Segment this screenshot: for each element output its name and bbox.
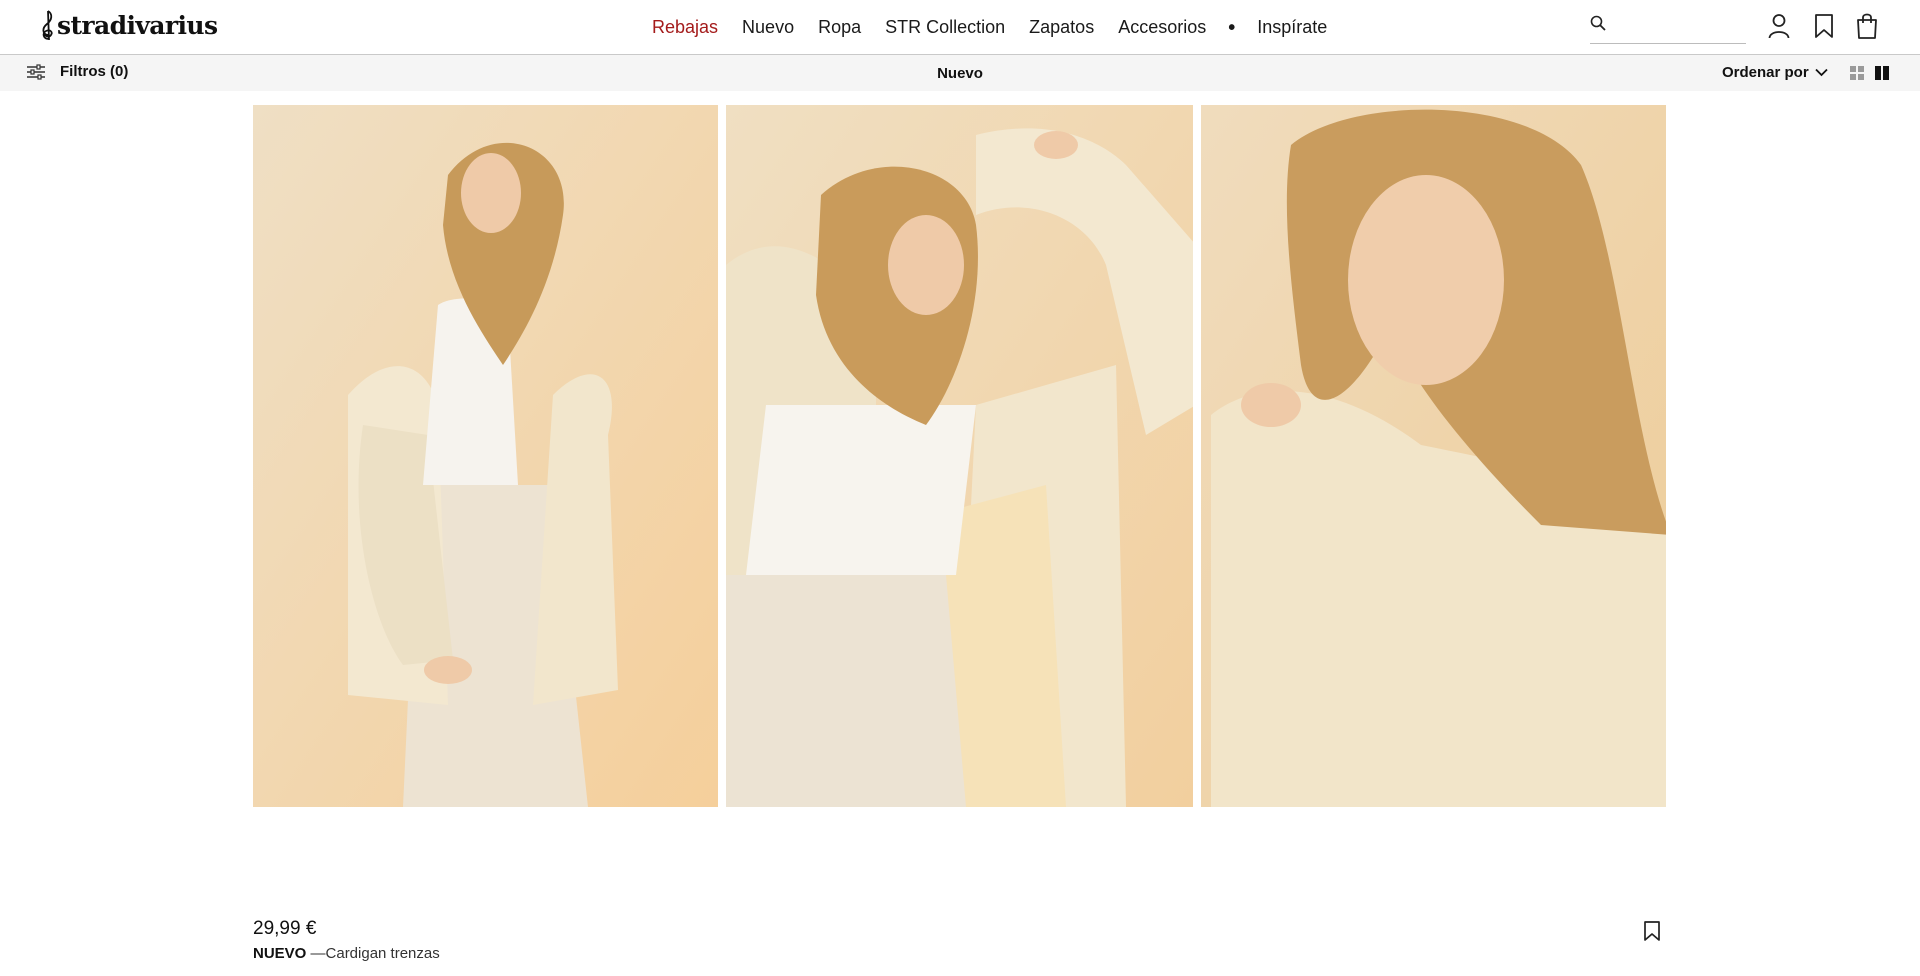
nav-item-inspirate[interactable]: Inspírate bbox=[1257, 17, 1327, 38]
search-icon bbox=[1590, 15, 1606, 31]
sort-dropdown[interactable]: Ordenar por bbox=[1722, 64, 1828, 81]
user-icon[interactable] bbox=[1768, 13, 1790, 39]
search-input[interactable] bbox=[1614, 14, 1744, 31]
product-image-1[interactable] bbox=[253, 105, 718, 807]
product-image-2[interactable] bbox=[726, 105, 1193, 807]
top-header: stradivarius Rebajas Nuevo Ropa STR Coll… bbox=[0, 0, 1920, 55]
filter-bar: Filtros (0) Nuevo Ordenar por bbox=[0, 55, 1920, 91]
product-tag: NUEVO bbox=[253, 945, 307, 962]
nav-item-ropa[interactable]: Ropa bbox=[818, 17, 861, 38]
nav-item-nuevo[interactable]: Nuevo bbox=[742, 17, 794, 38]
grid-large-icon[interactable] bbox=[1874, 65, 1890, 81]
filters-label: Filtros (0) bbox=[60, 63, 129, 80]
product-separator: — bbox=[306, 945, 326, 962]
model-photo-3 bbox=[1201, 105, 1666, 807]
nav-item-zapatos[interactable]: Zapatos bbox=[1029, 17, 1094, 38]
brand-logo[interactable]: stradivarius bbox=[40, 9, 218, 41]
bookmark-icon[interactable] bbox=[1814, 13, 1834, 39]
save-product-bookmark-icon[interactable] bbox=[1643, 920, 1661, 942]
model-photo-1 bbox=[253, 105, 718, 807]
page-title: Nuevo bbox=[937, 65, 983, 82]
filters-button[interactable]: Filtros (0) bbox=[27, 63, 128, 80]
shopping-bag-icon[interactable] bbox=[1856, 12, 1878, 40]
product-price: 29,99 € bbox=[253, 918, 317, 939]
filter-sliders-icon bbox=[27, 63, 45, 80]
sort-label: Ordenar por bbox=[1722, 64, 1809, 81]
nav-item-dot[interactable]: • bbox=[1228, 18, 1235, 38]
chevron-down-icon bbox=[1815, 68, 1828, 77]
treble-clef-icon bbox=[42, 10, 53, 41]
model-photo-2 bbox=[726, 105, 1193, 807]
product-title[interactable]: NUEVO —Cardigan trenzas bbox=[253, 945, 440, 962]
search-box[interactable] bbox=[1590, 14, 1746, 44]
brand-name: stradivarius bbox=[57, 10, 218, 40]
nav-item-rebajas[interactable]: Rebajas bbox=[652, 17, 718, 38]
product-name: Cardigan trenzas bbox=[325, 945, 440, 962]
main-nav: Rebajas Nuevo Ropa STR Collection Zapato… bbox=[652, 17, 1327, 38]
grid-small-icon[interactable] bbox=[1849, 65, 1865, 81]
nav-item-accesorios[interactable]: Accesorios bbox=[1118, 17, 1206, 38]
nav-item-str-collection[interactable]: STR Collection bbox=[885, 17, 1005, 38]
product-image-3[interactable] bbox=[1201, 105, 1666, 807]
